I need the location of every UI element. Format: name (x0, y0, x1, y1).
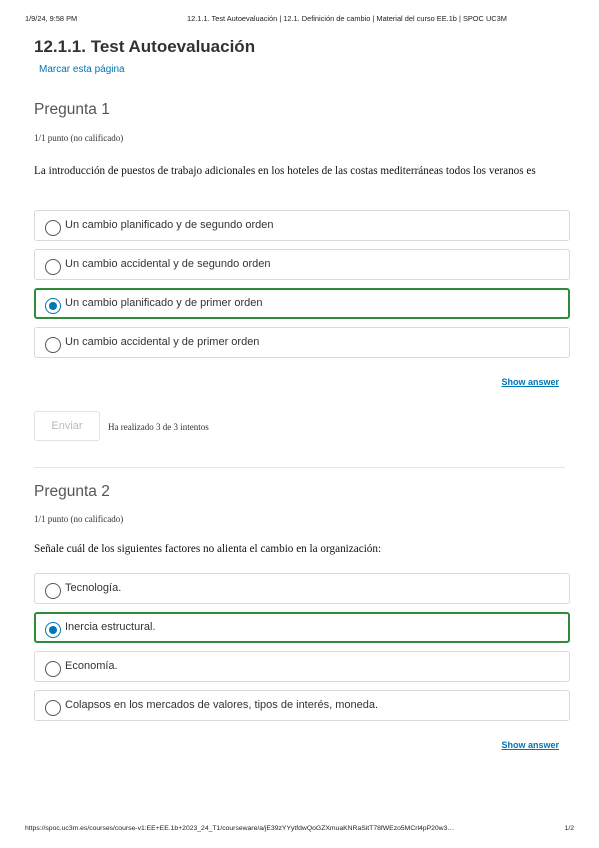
option-label: Tecnología. (65, 582, 122, 594)
print-doc-title: 12.1.1. Test Autoevaluación | 12.1. Defi… (187, 14, 507, 23)
q2-option-2[interactable]: Inercia estructural. (34, 612, 570, 643)
q2-show-answer-button[interactable]: Show answer (501, 740, 559, 750)
print-url: https://spoc.uc3m.es/courses/course-v1:E… (25, 825, 455, 832)
question-divider (34, 467, 565, 468)
option-label: Colapsos en los mercados de valores, tip… (65, 699, 379, 711)
q1-option-4[interactable]: Un cambio accidental y de primer orden (34, 327, 570, 358)
radio-unchecked-icon[interactable] (45, 337, 61, 353)
radio-unchecked-icon[interactable] (45, 661, 61, 677)
radio-unchecked-icon[interactable] (45, 220, 61, 236)
option-label: Inercia estructural. (65, 621, 156, 633)
attempts-status: Ha realizado 3 de 3 intentos (108, 422, 209, 432)
question-2-points: 1/1 punto (no calificado) (34, 514, 124, 524)
radio-unchecked-icon[interactable] (45, 583, 61, 599)
print-date: 1/9/24, 9:58 PM (25, 14, 78, 23)
option-label: Economía. (65, 660, 118, 672)
question-1-title: Pregunta 1 (34, 101, 110, 118)
radio-checked-icon[interactable] (45, 298, 61, 314)
radio-checked-icon[interactable] (45, 622, 61, 638)
print-page-number: 1/2 (564, 825, 574, 832)
print-header: 1/9/24, 9:58 PM 12.1.1. Test Autoevaluac… (25, 14, 569, 26)
submit-button[interactable]: Enviar (34, 411, 100, 441)
q1-option-3[interactable]: Un cambio planificado y de primer orden (34, 288, 570, 319)
q1-option-2[interactable]: Un cambio accidental y de segundo orden (34, 249, 570, 280)
option-label: Un cambio planificado y de primer orden (65, 297, 263, 309)
radio-unchecked-icon[interactable] (45, 700, 61, 716)
option-label: Un cambio accidental y de segundo orden (65, 258, 271, 270)
q2-option-3[interactable]: Economía. (34, 651, 570, 682)
question-1-prompt: La introducción de puestos de trabajo ad… (34, 165, 536, 177)
q2-option-4[interactable]: Colapsos en los mercados de valores, tip… (34, 690, 570, 721)
question-1-points: 1/1 punto (no calificado) (34, 133, 124, 143)
page-title: 12.1.1. Test Autoevaluación (34, 37, 256, 56)
q1-show-answer-button[interactable]: Show answer (501, 377, 559, 387)
option-label: Un cambio planificado y de segundo orden (65, 219, 274, 231)
question-2-prompt: Señale cuál de los siguientes factores n… (34, 543, 382, 555)
print-footer: https://spoc.uc3m.es/courses/course-v1:E… (25, 825, 574, 837)
question-2-title: Pregunta 2 (34, 483, 110, 500)
radio-unchecked-icon[interactable] (45, 259, 61, 275)
q2-option-1[interactable]: Tecnología. (34, 573, 570, 604)
q1-option-1[interactable]: Un cambio planificado y de segundo orden (34, 210, 570, 241)
bookmark-page-link[interactable]: Marcar esta página (39, 64, 125, 75)
option-label: Un cambio accidental y de primer orden (65, 336, 260, 348)
